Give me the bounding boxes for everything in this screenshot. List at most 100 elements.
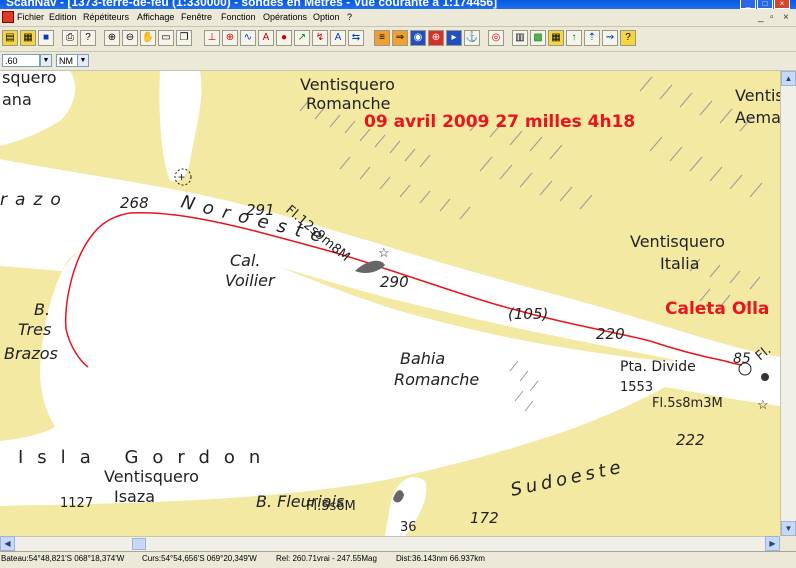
maximize-button[interactable]: □ xyxy=(757,0,773,9)
label-pta-divide: Pta. Divide xyxy=(620,359,696,375)
sounding-36: 36 xyxy=(400,520,417,535)
label-bahia-romanche-2: Romanche xyxy=(394,370,479,389)
track-edit-icon[interactable]: ↯ xyxy=(312,30,328,46)
menu-fenetre[interactable]: Fenêtre xyxy=(181,12,212,22)
scale-dropdown-arrow-icon[interactable]: ▼ xyxy=(40,54,52,67)
select-rect-icon[interactable]: ▭ xyxy=(158,30,174,46)
light-star-divide-icon: ☆ xyxy=(757,397,769,412)
new-chart-icon[interactable]: ▤ xyxy=(2,30,18,46)
print-icon[interactable]: ⎙ xyxy=(62,30,78,46)
scroll-left-icon[interactable]: ◀ xyxy=(0,536,15,551)
center-boat-icon[interactable]: ⊕ xyxy=(428,30,444,46)
sounding-1127: 1127 xyxy=(60,496,93,511)
zoom-in-icon[interactable]: ⊕ xyxy=(104,30,120,46)
help-pointer-icon[interactable]: ? xyxy=(80,30,96,46)
track-icon[interactable]: ↗ xyxy=(294,30,310,46)
chart-view[interactable]: 09 avril 2009 27 milles 4h18 Caleta Olla… xyxy=(0,71,780,536)
light-fl-fleuriais: Fl.5s6M xyxy=(306,499,356,514)
menu-operations[interactable]: Opérations xyxy=(263,12,307,22)
nmea-out-icon[interactable]: ⇒ xyxy=(392,30,408,46)
scroll-down-icon[interactable]: ▼ xyxy=(781,521,796,536)
text-label-icon[interactable]: A xyxy=(330,30,346,46)
label-bahia-romanche-1: Bahia xyxy=(400,349,445,368)
vertical-scrollbar[interactable]: ▲ ▼ xyxy=(780,71,796,536)
course-up-icon[interactable]: ⇡ xyxy=(584,30,600,46)
waypoint-icon[interactable]: ⊕ xyxy=(222,30,238,46)
sounding-85: 85 xyxy=(733,351,751,367)
about-icon[interactable]: ? xyxy=(620,30,636,46)
unit-select[interactable]: NM xyxy=(56,54,78,67)
tide-icon[interactable]: ▩ xyxy=(530,30,546,46)
label-tres-brazos-2: Tres xyxy=(18,320,51,339)
menu-affichage[interactable]: Affichage xyxy=(137,12,174,22)
label-ventisquero-italia-2: Italia xyxy=(660,254,700,273)
minimize-button[interactable]: _ xyxy=(740,0,756,9)
horizontal-scrollbar[interactable]: ◀ ▶ xyxy=(0,536,780,551)
menu-option[interactable]: Option xyxy=(313,12,340,22)
label-ventisquero-top-right-2: Aema xyxy=(735,108,780,127)
scroll-corner xyxy=(780,536,796,551)
label-ventisquero-romanche-2: Romanche xyxy=(306,94,391,113)
menu-edition[interactable]: Edition xyxy=(49,12,77,22)
label-ventisquero-isaza-1: Ventisquero xyxy=(104,467,199,486)
mdi-minimize-button[interactable]: _ xyxy=(758,12,764,23)
menu-fonction[interactable]: Fonction xyxy=(221,12,256,22)
unit-dropdown-arrow-icon[interactable]: ▼ xyxy=(77,54,89,67)
light-fl-divide: Fl.5s8m3M xyxy=(652,396,723,411)
label-brazo: razo xyxy=(0,190,69,210)
menu-bar: Fichier Edition Répétiteurs Affichage Fe… xyxy=(0,9,796,27)
label-glacier-top-left-1: squero xyxy=(2,71,57,87)
label-ventisquero-italia-1: Ventisquero xyxy=(630,232,725,251)
route-icon[interactable]: ∿ xyxy=(240,30,256,46)
app-icon[interactable] xyxy=(2,11,14,23)
mdi-close-button[interactable]: × xyxy=(783,12,789,23)
copy-view-icon[interactable]: ❐ xyxy=(176,30,192,46)
toolbar: ▤ ▦ ■ ⎙ ? ⊕ ⊖ ✋ ▭ ❐ ⊥ ⊕ ∿ A ● ↗ ↯ A ⇆ ≡ … xyxy=(0,27,796,52)
boat-position-icon[interactable]: ⊥ xyxy=(204,30,220,46)
label-tres-brazos-1: B. xyxy=(34,300,50,319)
layers-icon[interactable]: ▥ xyxy=(512,30,528,46)
grid-icon[interactable]: ▦ xyxy=(548,30,564,46)
route-edit-icon[interactable]: A xyxy=(258,30,274,46)
peak-cross-icon: + xyxy=(178,170,185,184)
alarm-icon[interactable]: ◎ xyxy=(488,30,504,46)
label-cal-voilier-2: Voilier xyxy=(225,271,276,290)
window-title: ScanNav - [1373-terre-de-feu (1:330000) … xyxy=(6,0,498,9)
label-isla-gordon: Isla Gordon xyxy=(18,447,274,468)
caleta-olla-annotation: Caleta Olla xyxy=(665,299,769,319)
open-chart-icon[interactable]: ▦ xyxy=(20,30,36,46)
mdi-restore-button[interactable]: ▫ xyxy=(770,12,774,23)
sounding-1553: 1553 xyxy=(620,380,653,395)
pan-hand-icon[interactable]: ✋ xyxy=(140,30,156,46)
horizontal-scroll-thumb[interactable] xyxy=(132,538,146,550)
menu-help[interactable]: ? xyxy=(347,12,352,22)
sounding-268: 268 xyxy=(120,194,149,212)
scale-select[interactable]: .60 xyxy=(2,54,40,67)
gps-icon[interactable]: ◉ xyxy=(410,30,426,46)
scroll-right-icon[interactable]: ▶ xyxy=(765,536,780,551)
menu-fichier[interactable]: Fichier xyxy=(17,12,44,22)
north-up-icon[interactable]: ↑ xyxy=(566,30,582,46)
close-button[interactable]: × xyxy=(774,0,790,9)
sounding-222: 222 xyxy=(676,431,705,449)
wind-icon[interactable]: ⇝ xyxy=(602,30,618,46)
status-distance: Dist:36.143nm 66.937km xyxy=(396,554,485,563)
anchor-icon[interactable]: ⚓ xyxy=(464,30,480,46)
zoom-out-icon[interactable]: ⊖ xyxy=(122,30,138,46)
label-tres-brazos-3: Brazos xyxy=(4,344,58,363)
scroll-up-icon[interactable]: ▲ xyxy=(781,71,796,86)
sounding-172: 172 xyxy=(470,509,499,527)
status-bearing: Rel: 260.71vrai - 247.55Mag xyxy=(276,554,377,563)
save-icon[interactable]: ■ xyxy=(38,30,54,46)
rock-marker-icon xyxy=(761,373,769,381)
auto-pilot-icon[interactable]: ▸ xyxy=(446,30,462,46)
sounding-220: 220 xyxy=(596,325,625,343)
sounding-291: 291 xyxy=(246,201,275,219)
measure-icon[interactable]: ⇆ xyxy=(348,30,364,46)
title-bar: ScanNav - [1373-terre-de-feu (1:330000) … xyxy=(0,0,796,9)
label-cal-voilier-1: Cal. xyxy=(230,251,261,270)
light-star-noroeste-icon: ☆ xyxy=(378,245,390,260)
menu-repetiteurs[interactable]: Répétiteurs xyxy=(83,12,129,22)
mark-icon[interactable]: ● xyxy=(276,30,292,46)
nmea-icon[interactable]: ≡ xyxy=(374,30,390,46)
